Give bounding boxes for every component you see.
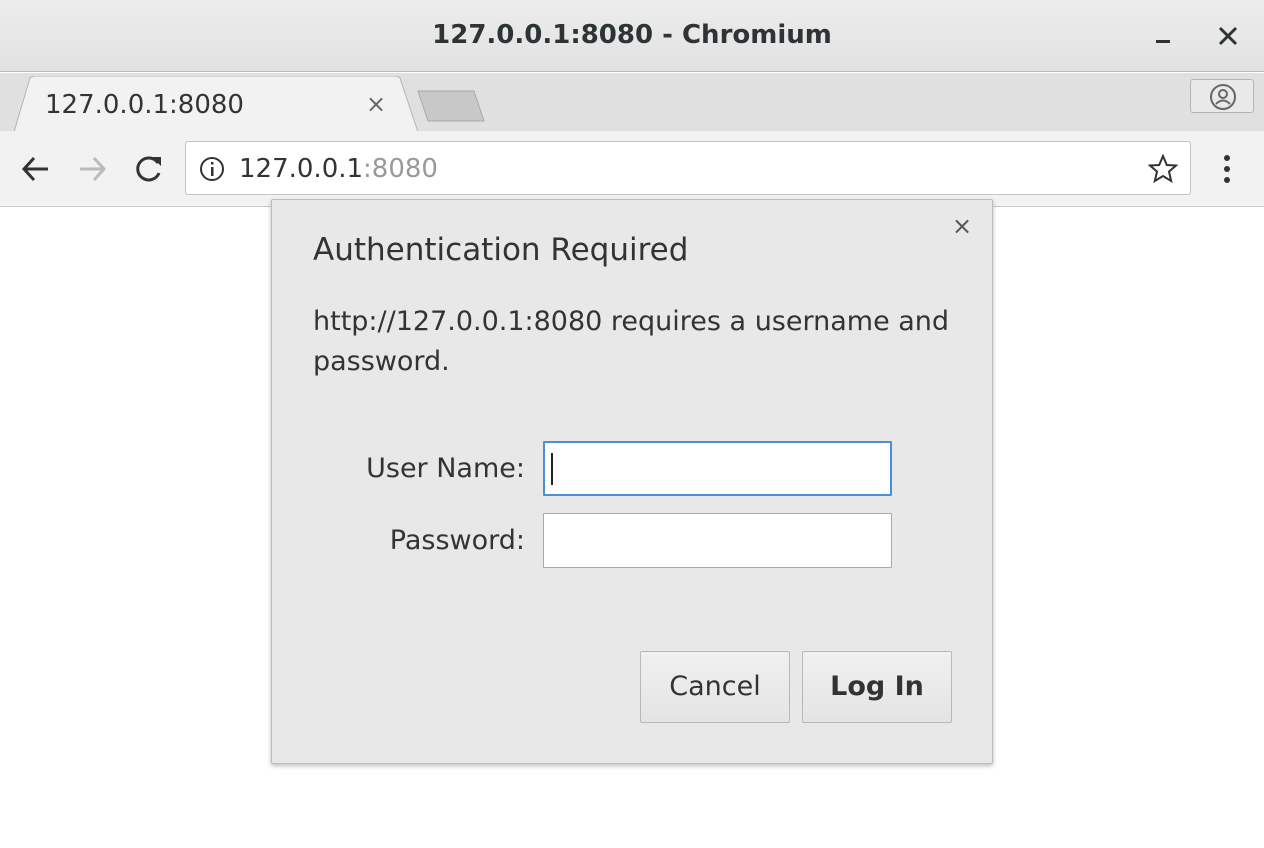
info-icon[interactable] [198,155,226,183]
url-port: :8080 [363,154,438,184]
browser-menu-button[interactable] [1212,149,1242,189]
address-bar[interactable]: 127.0.0.1:8080 [185,141,1191,195]
back-button[interactable] [16,149,56,189]
url-host: 127.0.0.1 [239,154,364,184]
forward-button[interactable] [72,149,112,189]
window-close-button[interactable] [1210,18,1246,54]
tab-strip: 127.0.0.1:8080 × [0,73,1264,132]
kebab-menu-icon [1224,155,1230,183]
dialog-close-icon[interactable]: × [952,212,972,240]
reload-icon [136,156,161,182]
text-caret [551,453,553,485]
profile-button[interactable] [1190,79,1254,113]
window-titlebar: 127.0.0.1:8080 - Chromium [0,0,1264,72]
username-label: User Name: [366,453,525,484]
password-label: Password: [389,525,525,556]
window-title: 127.0.0.1:8080 - Chromium [432,20,832,50]
url-text[interactable]: 127.0.0.1:8080 [239,154,438,184]
tab-active[interactable]: 127.0.0.1:8080 × [14,76,418,132]
close-icon [1218,26,1238,46]
new-tab-icon [417,90,485,122]
minimize-icon [1156,40,1170,43]
tab-title: 127.0.0.1:8080 [45,90,244,120]
new-tab-button[interactable] [416,89,486,123]
profile-icon [1210,84,1236,110]
tab-close-icon[interactable]: × [366,90,386,118]
forward-arrow-icon [80,156,107,182]
star-icon[interactable] [1148,154,1178,184]
password-field[interactable] [543,513,892,568]
minimize-button[interactable] [1146,18,1182,54]
login-button[interactable]: Log In [802,651,952,723]
reload-button[interactable] [128,149,168,189]
username-field[interactable] [543,441,892,496]
cancel-button[interactable]: Cancel [640,651,790,723]
dialog-message: http://127.0.0.1:8080 requires a usernam… [313,306,950,377]
auth-dialog: × Authentication Required http://127.0.0… [271,199,993,764]
dialog-title: Authentication Required [313,232,689,268]
browser-toolbar: 127.0.0.1:8080 [0,131,1264,207]
back-arrow-icon [21,156,48,182]
